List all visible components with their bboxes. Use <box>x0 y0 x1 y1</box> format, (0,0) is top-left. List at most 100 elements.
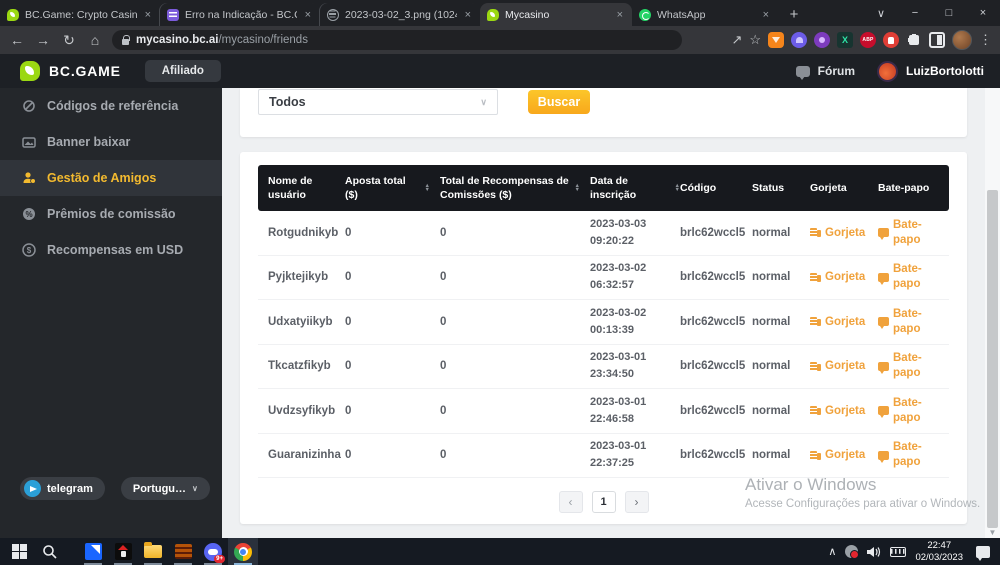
scrollbar-down-arrow[interactable]: ▼ <box>985 528 1000 537</box>
tip-link[interactable]: Gorjeta <box>810 316 878 328</box>
user-avatar[interactable] <box>877 61 898 82</box>
cell-status: normal <box>752 227 810 239</box>
cell-bet-total: 0 <box>335 449 430 461</box>
main-content: Todos ∨ Buscar Nome de usuário Aposta to… <box>222 88 985 538</box>
taskbar-search-button[interactable] <box>34 538 64 565</box>
taskbar-clock[interactable]: 22:47 02/03/2023 <box>915 540 963 564</box>
brand-title[interactable]: BC.GAME <box>49 63 121 79</box>
tab-mycasino-active[interactable]: Mycasino × <box>480 3 632 26</box>
cell-signup-date: 2023-03-0206:32:57 <box>580 260 680 294</box>
column-header-recompensas[interactable]: Total de Recompensas de Comissões ($) ▲▼ <box>430 174 580 202</box>
sidebar-item-codigos-de-referencia[interactable]: Códigos de referência <box>0 88 222 124</box>
filter-select[interactable]: Todos ∨ <box>258 89 498 115</box>
browser-menu-kebab-icon[interactable]: ⋮ <box>979 32 992 48</box>
window-controls: ∨ − □ × <box>864 0 1000 26</box>
tip-link[interactable]: Gorjeta <box>810 360 878 372</box>
home-icon[interactable]: ⌂ <box>82 32 108 48</box>
bookmark-star-icon[interactable]: ☆ <box>749 32 761 48</box>
volume-icon[interactable] <box>867 546 881 558</box>
tab-png-image[interactable]: 2023-03-02_3.png (1024×76 × <box>320 3 480 26</box>
coins-icon <box>810 316 821 327</box>
telegram-label: telegram <box>47 483 93 495</box>
chat-link[interactable]: Bate-papo <box>878 440 949 470</box>
afiliado-button[interactable]: Afiliado <box>145 60 221 82</box>
taskbar-game-app[interactable] <box>108 538 138 565</box>
sidebar: Códigos de referência Banner baixar Gest… <box>0 88 222 538</box>
bcgame-logo[interactable] <box>20 61 40 81</box>
language-selector[interactable]: Portugu… ∨ <box>121 477 210 500</box>
purple-extension-icon[interactable] <box>814 32 830 48</box>
game-launcher-icon <box>115 543 132 560</box>
current-page[interactable]: 1 <box>592 491 616 513</box>
next-page-button[interactable]: › <box>625 491 649 513</box>
action-center-icon[interactable] <box>976 546 990 558</box>
page-scrollbar[interactable]: ▼ <box>985 88 1000 538</box>
mouse-tray-icon[interactable] <box>845 545 858 558</box>
url-path: /mycasino/friends <box>218 34 307 46</box>
column-header-data[interactable]: Data de inscrição ▲▼ <box>580 174 680 202</box>
split-square-extension-icon[interactable] <box>929 32 945 48</box>
chat-link[interactable]: Bate-papo <box>878 351 949 381</box>
tray-chevron-icon[interactable]: ∧ <box>828 545 836 558</box>
sidebar-item-gestao-de-amigos[interactable]: Gestão de Amigos <box>0 160 222 196</box>
tab-bcgame-casino[interactable]: BC.Game: Crypto Casino Gan × <box>0 3 160 26</box>
forward-icon[interactable]: → <box>30 32 56 48</box>
maximize-button[interactable]: □ <box>932 0 966 26</box>
close-tab-icon[interactable]: × <box>143 9 153 21</box>
addressbar-right: ↗ ☆ X ABP ⋮ <box>731 30 1000 50</box>
taskbar-file-explorer[interactable] <box>138 538 168 565</box>
tip-link[interactable]: Gorjeta <box>810 271 878 283</box>
cell-bet-total: 0 <box>335 405 430 417</box>
url-field[interactable]: mycasino.bc.ai /mycasino/friends <box>112 30 682 50</box>
adblock-plus-extension-icon[interactable]: ABP <box>860 32 876 48</box>
share-icon[interactable]: ↗ <box>731 32 742 48</box>
tab-whatsapp[interactable]: WhatsApp × <box>632 3 778 26</box>
column-header-aposta[interactable]: Aposta total ($) ▲▼ <box>335 174 430 202</box>
telegram-button[interactable]: telegram <box>20 477 105 500</box>
reload-icon[interactable]: ↻ <box>56 32 82 49</box>
close-window-button[interactable]: × <box>966 0 1000 26</box>
metamask-extension-icon[interactable] <box>768 32 784 48</box>
red-hand-extension-icon[interactable] <box>883 32 899 48</box>
close-tab-icon[interactable]: × <box>463 9 473 21</box>
cell-username: Tkcatzfikyb <box>258 360 335 372</box>
search-button[interactable]: Buscar <box>528 90 590 114</box>
taskbar-amd-app[interactable] <box>78 538 108 565</box>
sidebar-item-premios-de-comissao[interactable]: % Prêmios de comissão <box>0 196 222 232</box>
coins-icon <box>810 405 821 416</box>
start-button[interactable] <box>4 538 34 565</box>
scrollbar-thumb[interactable] <box>987 190 998 528</box>
window-chevron-icon[interactable]: ∨ <box>864 0 898 26</box>
tip-link[interactable]: Gorjeta <box>810 227 878 239</box>
chat-link[interactable]: Bate-papo <box>878 396 949 426</box>
tip-link[interactable]: Gorjeta <box>810 405 878 417</box>
tab-title: BC.Game: Crypto Casino Gan <box>25 9 137 21</box>
chat-bubble-icon <box>878 406 889 415</box>
sidebar-item-banner-baixar[interactable]: Banner baixar <box>0 124 222 160</box>
extensions-puzzle-icon[interactable] <box>906 32 922 48</box>
chat-link[interactable]: Bate-papo <box>878 218 949 248</box>
browser-profile-avatar[interactable] <box>952 30 972 50</box>
sidebar-item-recompensas-em-usd[interactable]: $ Recompensas em USD <box>0 232 222 268</box>
taskbar-discord-app[interactable]: 9+ <box>198 538 228 565</box>
new-tab-button[interactable]: + <box>782 2 806 26</box>
prev-page-button[interactable]: ‹ <box>559 491 583 513</box>
minimize-button[interactable]: − <box>898 0 932 26</box>
close-tab-icon[interactable]: × <box>761 9 771 21</box>
touch-keyboard-icon[interactable] <box>890 547 906 557</box>
tab-erro-indicacao[interactable]: Erro na Indicação - BC.Game × <box>160 3 320 26</box>
close-tab-icon[interactable]: × <box>615 9 625 21</box>
chat-link[interactable]: Bate-papo <box>878 262 949 292</box>
username-label[interactable]: LuizBortolotti <box>906 64 984 78</box>
close-tab-icon[interactable]: × <box>303 9 313 21</box>
chat-link[interactable]: Bate-papo <box>878 307 949 337</box>
x-extension-icon[interactable]: X <box>837 32 853 48</box>
taskbar-orange-app[interactable] <box>168 538 198 565</box>
forum-link[interactable]: Fórum <box>818 64 855 78</box>
back-icon[interactable]: ← <box>4 32 30 48</box>
cell-code: brlc62wccl5 <box>680 360 752 372</box>
banner-icon <box>22 135 36 149</box>
taskbar-chrome-app[interactable] <box>228 538 258 565</box>
phantom-extension-icon[interactable] <box>791 32 807 48</box>
tip-link[interactable]: Gorjeta <box>810 449 878 461</box>
